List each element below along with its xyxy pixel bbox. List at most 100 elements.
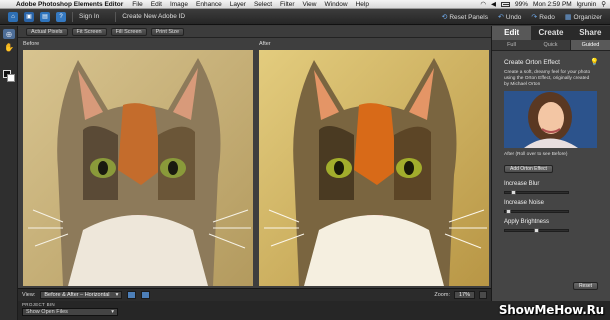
menu-view[interactable]: View [299,1,321,8]
edit-panel: Edit Create Share Full Quick Guided Crea… [491,26,610,301]
menu-file[interactable]: File [128,1,146,8]
blur-slider[interactable] [504,190,569,195]
view-status-bar: View: Before & After – Horizontal ▾ Zoom… [18,288,491,301]
zoom-label: Zoom: [434,292,450,298]
divider [115,11,117,22]
help-icon[interactable]: ? [56,11,66,22]
wifi-icon[interactable]: ◠ [480,0,486,8]
toolbox: ⊕ ✋ [0,26,18,320]
edit-mode-tabs: Full Quick Guided [492,40,610,51]
after-image[interactable] [259,50,489,286]
app-menu[interactable]: Adobe Photoshop Elements Editor [14,1,128,8]
menu-edit[interactable]: Edit [147,1,166,8]
create-id-link[interactable]: Create New Adobe ID [122,13,185,20]
show-files-value: Show Open Files [26,309,68,315]
menu-layer[interactable]: Layer [226,1,250,8]
home-icon[interactable]: ⌂ [8,11,18,22]
menu-filter[interactable]: Filter [276,1,298,8]
cat-photo-before [23,50,253,286]
volume-icon[interactable]: ◀ [491,0,496,8]
blur-label: Increase Blur [504,181,540,187]
view-label: View: [22,292,36,298]
menu-window[interactable]: Window [320,1,351,8]
app-bar: ⌂ ▣ ▤ ? Sign In Create New Adobe ID ⟲ Res… [0,9,610,25]
effect-description: Create a soft, dreamy feel for your phot… [504,70,591,87]
before-image[interactable] [23,50,253,286]
organizer-label: Organizer [573,13,602,21]
noise-slider-thumb[interactable] [506,209,512,214]
undo-button[interactable]: ↶ Undo [498,13,521,21]
view-mode-value: Before & After – Horizontal [44,292,110,298]
effect-preview-image[interactable] [504,91,597,148]
reset-panels-label: Reset Panels [449,13,488,21]
hand-tool-icon[interactable]: ✋ [3,42,15,52]
battery-icon[interactable] [501,1,511,7]
show-files-select[interactable]: Show Open Files ▾ [22,308,118,316]
tab-share[interactable]: Share [571,26,610,40]
menu-help[interactable]: Help [352,1,373,8]
watermark: ShowMeHow.Ru [498,303,604,317]
app-window: Adobe Photoshop Elements Editor File Edi… [0,0,610,320]
spotlight-icon[interactable]: ⚲ [601,0,606,8]
zoom-control: Zoom: 17% [434,291,491,299]
guided-content: Create Orton Effect 💡 Create a soft, dre… [492,51,610,233]
noise-slider[interactable] [504,209,569,214]
organizer-button[interactable]: ▦ Organizer [565,13,602,21]
tab-create[interactable]: Create [531,26,570,40]
menu-image[interactable]: Image [166,1,192,8]
cat-photo-after [259,50,489,286]
redo-button[interactable]: ↷ Redo [531,13,554,21]
bridge-icon[interactable]: ▤ [40,11,50,22]
woman-portrait-thumbnail [504,91,597,148]
appbar-actions: ⟲ Reset Panels ↶ Undo ↷ Redo ▦ Organizer [441,13,610,21]
lightbulb-icon[interactable]: 💡 [590,58,599,66]
reset-icon: ⟲ [441,13,448,21]
undo-label: Undo [505,13,522,21]
tab-edit[interactable]: Edit [492,26,532,40]
panel-tabs: Edit Create Share [492,26,610,40]
tab-quick[interactable]: Quick [531,40,570,50]
after-label: After [259,41,271,47]
noise-label: Increase Noise [504,200,545,206]
menubar-status: ◠ ◀ 99% Mon 2:59 PM lgrunin ⚲ [480,0,610,9]
clock[interactable]: Mon 2:59 PM [533,1,572,8]
reset-panels-button[interactable]: ⟲ Reset Panels [441,13,488,21]
chevron-down-icon: ▾ [115,292,119,298]
effect-title: Create Orton Effect [504,59,560,66]
brightness-label: Apply Brightness [504,219,550,225]
fit-screen-button[interactable]: Fit Screen [71,27,107,36]
tab-guided[interactable]: Guided [570,40,610,50]
canvas-area: Before After [18,38,491,288]
redo-label: Redo [539,13,555,21]
background-color-swatch[interactable] [7,74,15,82]
preview-caption: After (Roll over to see Before) [504,152,568,157]
menu-select[interactable]: Select [250,1,276,8]
sync-pan-icon[interactable] [127,291,137,299]
redo-icon: ↷ [531,13,538,21]
view-options-bar: Actual Pixels Fit Screen Fill Screen Pri… [18,26,491,38]
tab-full[interactable]: Full [492,40,531,50]
blur-slider-thumb[interactable] [510,190,516,195]
chevron-down-icon: ▾ [111,309,114,315]
sign-in-link[interactable]: Sign In [79,13,99,20]
brightness-slider-thumb[interactable] [534,228,539,233]
menu-enhance[interactable]: Enhance [192,1,226,8]
print-size-button[interactable]: Print Size [150,27,185,36]
zoom-stepper[interactable] [479,291,487,299]
before-label: Before [23,41,40,47]
reset-button[interactable]: Reset [572,282,598,290]
mac-menubar: Adobe Photoshop Elements Editor File Edi… [0,0,610,9]
brightness-slider[interactable] [504,228,569,233]
zoom-tool-icon[interactable]: ⊕ [3,29,15,39]
view-mode-select[interactable]: Before & After – Horizontal ▾ [40,291,123,299]
actual-pixels-button[interactable]: Actual Pixels [26,27,68,36]
divider [72,11,73,22]
add-orton-effect-button[interactable]: Add Orton Effect [504,165,553,173]
zoom-input[interactable]: 17% [453,291,475,299]
battery-percent: 99% [515,0,529,8]
undo-icon: ↶ [497,13,504,21]
swap-view-icon[interactable] [141,291,151,299]
save-icon[interactable]: ▣ [24,11,34,22]
user-name[interactable]: lgrunin [577,1,597,8]
fill-screen-button[interactable]: Fill Screen [110,27,147,36]
